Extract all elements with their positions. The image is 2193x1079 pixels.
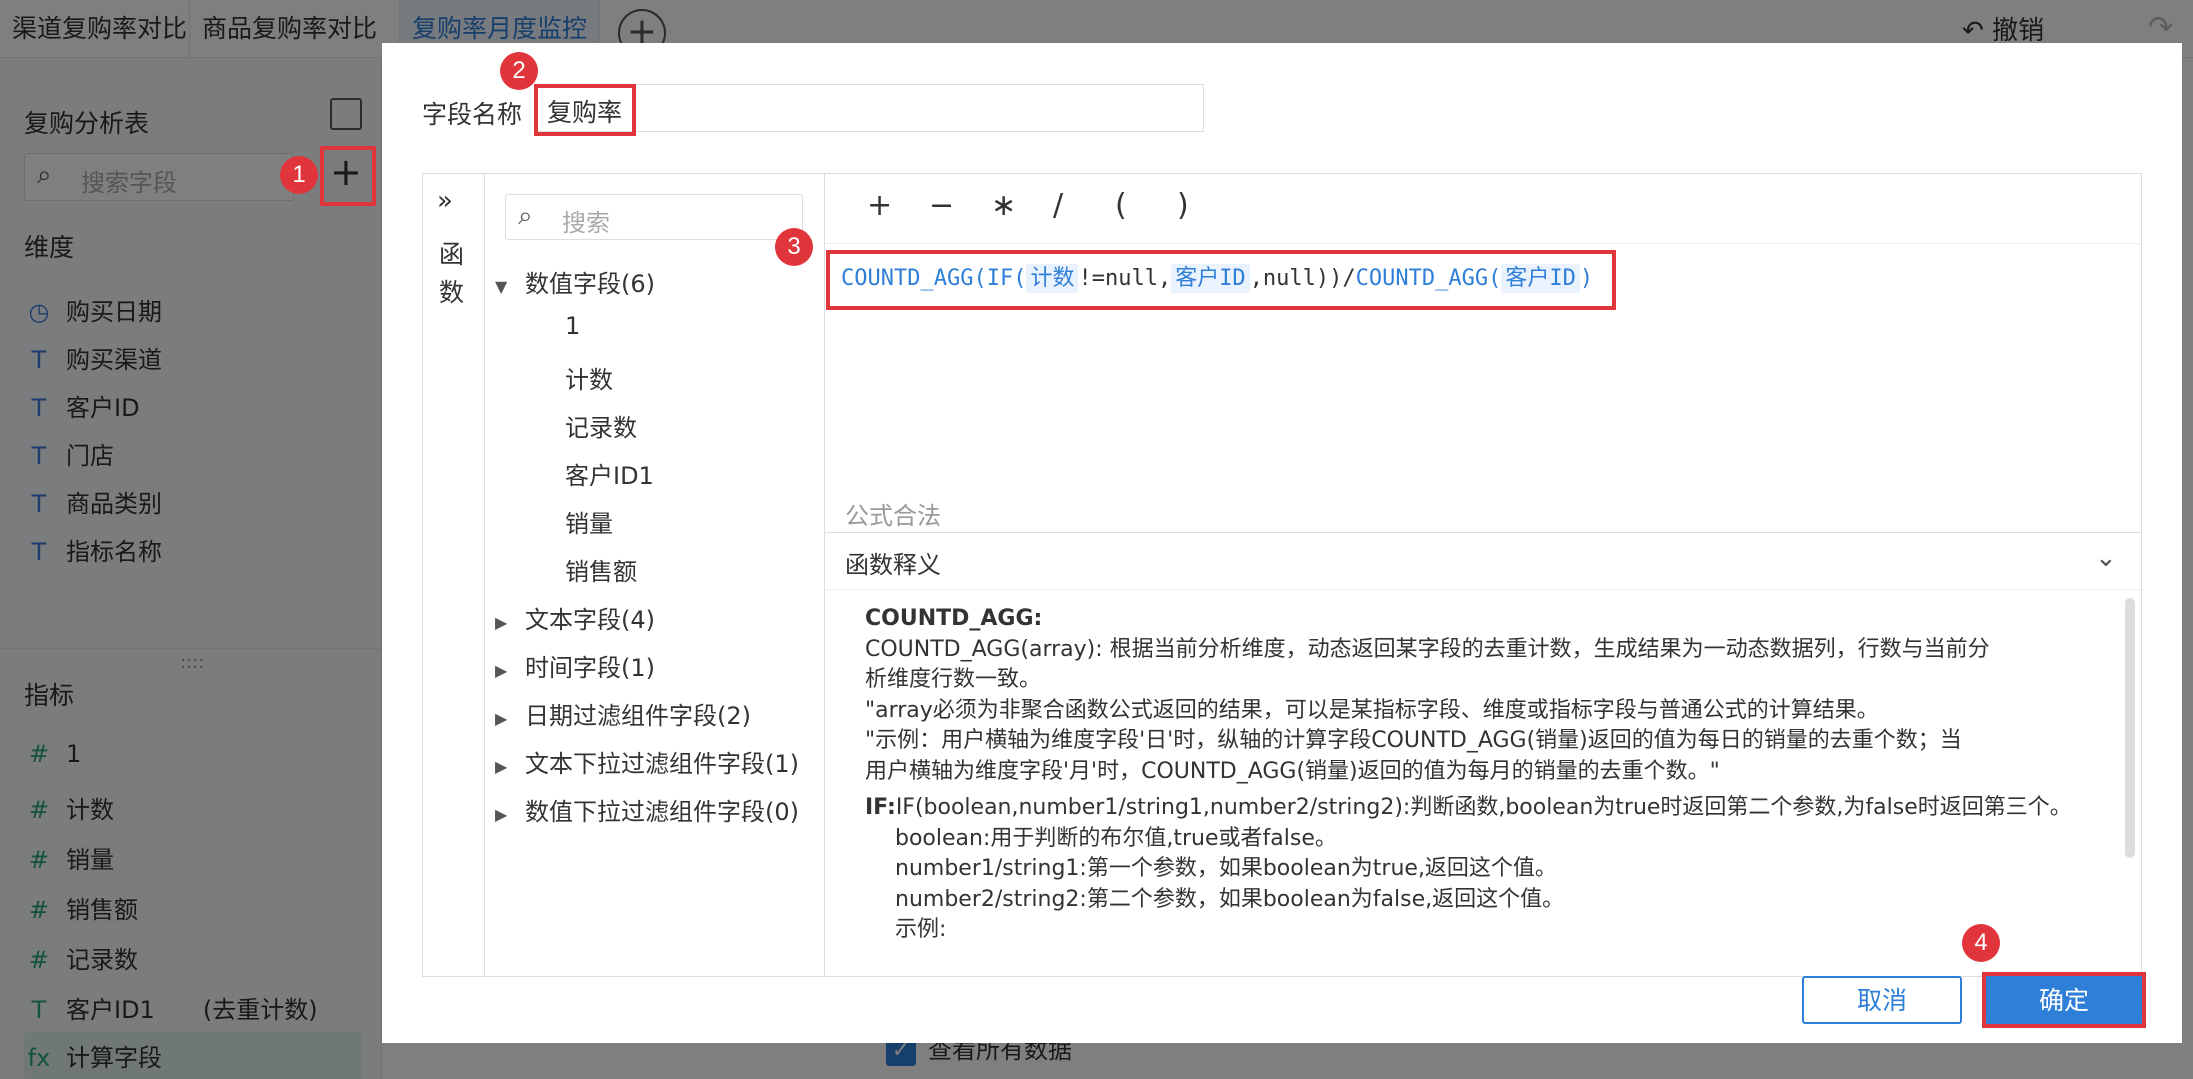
tree-search-input[interactable]: ⌕ 搜索: [505, 194, 803, 240]
tree-group[interactable]: ▶ 时间字段(1): [495, 648, 655, 683]
tree-group[interactable]: ▶ 日期过滤组件字段(2): [495, 696, 751, 731]
tree-field[interactable]: 计数: [565, 360, 613, 395]
tree-group[interactable]: ▶ 数值下拉过滤组件字段(0): [495, 792, 799, 827]
tree-field[interactable]: 销售额: [565, 552, 637, 587]
function-desc-title: 函数释义: [845, 551, 941, 579]
cancel-button[interactable]: 取消: [1802, 976, 1962, 1024]
tree-field[interactable]: 1: [565, 312, 580, 340]
annotation-box-ok: [1982, 972, 2146, 1028]
desc-scrollbar[interactable]: [2125, 598, 2135, 858]
tree-group[interactable]: ▼ 数值字段(6): [495, 264, 655, 299]
caret-right-icon: ▶: [495, 613, 508, 632]
caret-right-icon: ▶: [495, 709, 508, 728]
caret-right-icon: ▶: [495, 661, 508, 680]
caret-right-icon: ▶: [495, 757, 508, 776]
calc-field-dialog: 字段名称 复购率 » 函数 ⌕ 搜索 ▼ 数值字段(6) 1 计数 记录数 客户I…: [382, 43, 2182, 1043]
caret-down-icon: ▼: [495, 277, 508, 296]
function-desc-header[interactable]: 函数释义 ⌄: [825, 532, 2141, 590]
function-desc-body: COUNTD_AGG: COUNTD_AGG(array): 根据当前分析维度，…: [865, 606, 2072, 942]
operator-bar: + − ∗ / ( ): [825, 174, 2141, 244]
operator-plus[interactable]: +: [867, 188, 892, 223]
tree-search-placeholder: 搜索: [562, 209, 610, 237]
function-panel-toggle[interactable]: » 函数: [423, 174, 485, 976]
annotation-badge: 4: [1962, 924, 2000, 962]
tree-field[interactable]: 客户ID1: [565, 456, 654, 491]
tree-field[interactable]: 销量: [565, 504, 613, 539]
tree-group[interactable]: ▶ 文本下拉过滤组件字段(1): [495, 744, 799, 779]
annotation-box-field-name: [534, 84, 636, 136]
operator-lparen[interactable]: (: [1115, 188, 1127, 223]
caret-right-icon: ▶: [495, 805, 508, 824]
field-tree-panel: ⌕ 搜索 ▼ 数值字段(6) 1 计数 记录数 客户ID1 销量 销售额 ▶ 文本字…: [485, 174, 825, 976]
operator-divide[interactable]: /: [1053, 188, 1063, 223]
annotation-box-add-field: [320, 146, 376, 206]
formula-status: 公式合法: [845, 502, 941, 530]
annotation-badge: 3: [775, 228, 813, 266]
expand-icon: »: [437, 186, 453, 216]
search-icon: ⌕: [518, 201, 533, 231]
operator-minus[interactable]: −: [929, 188, 954, 223]
function-panel-label: 函数: [439, 240, 465, 307]
tree-group[interactable]: ▶ 文本字段(4): [495, 600, 655, 635]
field-name-label: 字段名称: [422, 100, 523, 129]
annotation-box-formula: [826, 250, 1616, 310]
chevron-down-icon: ⌄: [2095, 543, 2117, 573]
operator-multiply[interactable]: ∗: [991, 188, 1016, 223]
tree-field[interactable]: 记录数: [565, 408, 637, 443]
annotation-badge: 2: [500, 52, 538, 90]
annotation-badge: 1: [280, 156, 318, 194]
operator-rparen[interactable]: ): [1177, 188, 1189, 223]
